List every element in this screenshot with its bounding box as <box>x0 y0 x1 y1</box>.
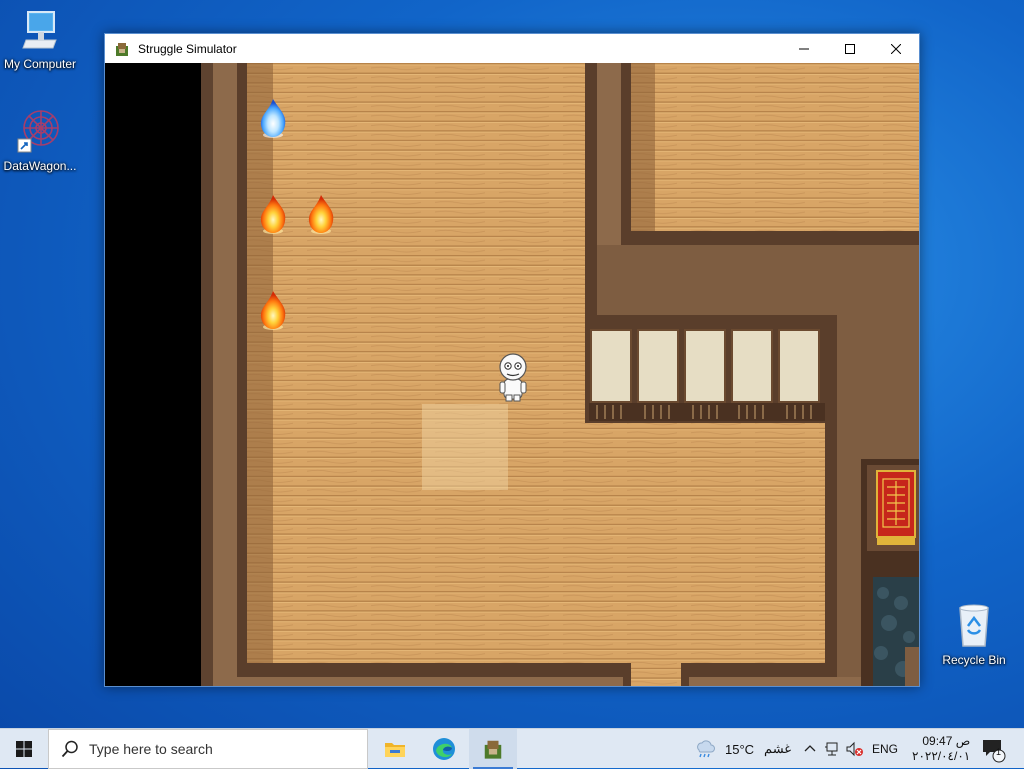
desktop-icon-datawagon[interactable]: DataWagon... <box>0 106 80 173</box>
edge-icon <box>433 738 455 760</box>
game-viewport[interactable] <box>105 63 919 686</box>
struggle-simulator-icon <box>484 740 502 759</box>
windows-logo-icon <box>16 741 32 757</box>
datawagon-icon <box>17 110 59 153</box>
maximize-icon <box>845 43 855 54</box>
start-button[interactable] <box>0 729 48 769</box>
desktop-icon-label: Recycle Bin <box>942 653 1006 667</box>
search-icon <box>61 740 78 758</box>
file-explorer-icon <box>385 743 405 757</box>
window-title: Struggle Simulator <box>138 41 237 56</box>
language-indicator[interactable]: ENG <box>872 742 898 756</box>
desktop-icon-my-computer[interactable]: My Computer <box>0 8 80 71</box>
clock-date: ٢٠٢٢/٠٤/٠١ <box>912 749 971 763</box>
minimize-button[interactable] <box>781 34 827 63</box>
weather-widget[interactable]: 15°C غشم <box>694 729 791 769</box>
taskbar-file-explorer[interactable] <box>371 729 419 769</box>
notification-center-button[interactable]: 1 <box>980 729 1008 769</box>
recycle-bin-icon <box>959 604 989 647</box>
minimize-icon <box>799 48 809 49</box>
clock-time: 09:47 ص <box>922 734 971 748</box>
notification-count: 1 <box>996 747 1002 757</box>
destination-tile <box>422 404 508 490</box>
clock[interactable]: 09:47 ص ٢٠٢٢/٠٤/٠١ <box>912 729 970 769</box>
desktop-icon-recycle-bin[interactable]: Recycle Bin <box>934 600 1014 667</box>
search-placeholder: Type here to search <box>89 741 213 757</box>
weather-temperature: 15°C <box>725 741 755 757</box>
maximize-button[interactable] <box>827 34 873 63</box>
taskbar-struggle-simulator[interactable] <box>469 729 517 769</box>
network-icon[interactable] <box>824 741 840 757</box>
weather-rain-icon <box>697 740 715 758</box>
close-button[interactable] <box>873 34 919 63</box>
close-icon <box>891 43 901 54</box>
chevron-up-icon[interactable] <box>804 743 816 755</box>
shoji-panels <box>589 329 825 421</box>
volume-muted-icon[interactable] <box>846 741 864 757</box>
struggle-simulator-icon <box>116 42 128 56</box>
taskbar-search-box[interactable]: Type here to search <box>48 729 368 769</box>
game-map <box>105 63 919 686</box>
taskbar-edge[interactable] <box>420 729 468 769</box>
desktop-icon-label: DataWagon... <box>3 159 77 173</box>
game-window: Struggle Simulator <box>104 33 920 687</box>
window-titlebar[interactable]: Struggle Simulator <box>105 34 919 63</box>
taskbar: Type here to search 15°C غشم ENG 09:47 ص… <box>0 728 1024 769</box>
desktop-icon-label: My Computer <box>3 57 77 71</box>
tray-icons: ENG <box>804 729 898 769</box>
computer-icon <box>22 11 57 49</box>
notification-icon <box>983 740 1006 763</box>
weather-description: غشم <box>764 741 792 756</box>
